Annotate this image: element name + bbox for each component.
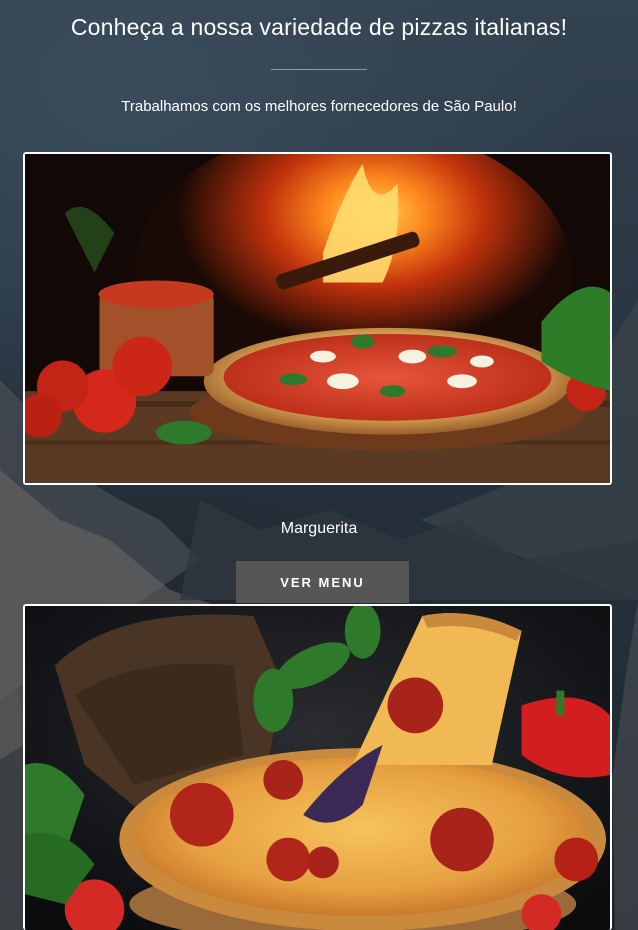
page-subtitle: Trabalhamos com os melhores fornecedores…	[121, 98, 517, 115]
view-menu-button[interactable]: VER MENU	[236, 561, 409, 603]
page-title: Conheça a nossa variedade de pizzas ital…	[70, 14, 568, 40]
margherita-pizza-image	[23, 152, 612, 485]
title-divider	[271, 69, 367, 70]
pizza-name: Marguerita	[280, 520, 358, 537]
pepperoni-pizza-image	[23, 604, 612, 930]
